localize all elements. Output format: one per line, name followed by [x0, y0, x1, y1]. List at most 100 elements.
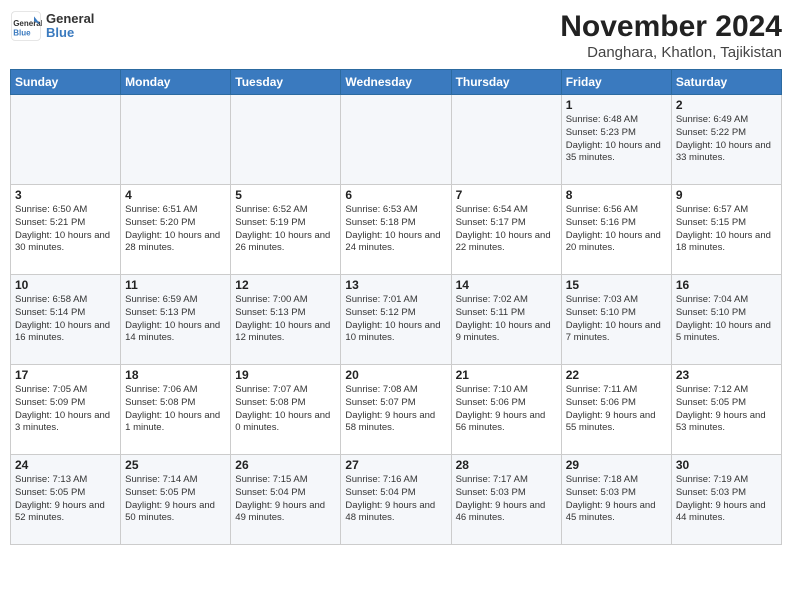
logo-blue: Blue	[46, 26, 94, 40]
day-info: Sunrise: 7:14 AM Sunset: 5:05 PM Dayligh…	[125, 474, 226, 525]
calendar-day-cell: 22 Sunrise: 7:11 AM Sunset: 5:06 PM Dayli…	[561, 365, 671, 455]
day-info: Sunrise: 7:15 AM Sunset: 5:04 PM Dayligh…	[235, 474, 336, 525]
day-info: Sunrise: 7:16 AM Sunset: 5:04 PM Dayligh…	[345, 474, 446, 525]
calendar-day-cell: 23Sunrise: 7:12 AM Sunset: 5:05 PM Dayli…	[671, 365, 781, 455]
logo-general: General	[46, 12, 94, 26]
weekday-header: Thursday	[451, 70, 561, 95]
day-info: Sunrise: 7:04 AM Sunset: 5:10 PM Dayligh…	[676, 294, 777, 345]
logo: General Blue General Blue	[10, 10, 94, 42]
weekday-header: Saturday	[671, 70, 781, 95]
calendar-day-cell: 17 Sunrise: 7:05 AM Sunset: 5:09 PM Dayli…	[11, 365, 121, 455]
day-info: Sunrise: 6:53 AM Sunset: 5:18 PM Dayligh…	[345, 204, 446, 255]
calendar-day-cell: 24Sunrise: 7:13 AM Sunset: 5:05 PM Dayli…	[11, 455, 121, 545]
day-info: Sunrise: 6:58 AM Sunset: 5:14 PM Dayligh…	[15, 294, 116, 345]
calendar-day-cell: 9 Sunrise: 6:57 AM Sunset: 5:15 PM Daylig…	[671, 185, 781, 275]
calendar-day-cell: 16 Sunrise: 7:04 AM Sunset: 5:10 PM Dayli…	[671, 275, 781, 365]
day-number: 15	[566, 278, 667, 292]
day-info: Sunrise: 7:11 AM Sunset: 5:06 PM Dayligh…	[566, 384, 667, 435]
day-info: Sunrise: 7:12 AM Sunset: 5:05 PM Dayligh…	[676, 384, 777, 435]
calendar-day-cell: 7 Sunrise: 6:54 AM Sunset: 5:17 PM Daylig…	[451, 185, 561, 275]
calendar-day-cell: 28Sunrise: 7:17 AM Sunset: 5:03 PM Dayli…	[451, 455, 561, 545]
calendar-day-cell: 26 Sunrise: 7:15 AM Sunset: 5:04 PM Dayli…	[231, 455, 341, 545]
day-info: Sunrise: 7:00 AM Sunset: 5:13 PM Dayligh…	[235, 294, 336, 345]
day-info: Sunrise: 7:06 AM Sunset: 5:08 PM Dayligh…	[125, 384, 226, 435]
day-info: Sunrise: 7:08 AM Sunset: 5:07 PM Dayligh…	[345, 384, 446, 435]
day-number: 26	[235, 458, 336, 472]
day-number: 30	[676, 458, 777, 472]
day-number: 4	[125, 188, 226, 202]
weekday-header: Monday	[121, 70, 231, 95]
day-number: 21	[456, 368, 557, 382]
day-number: 5	[235, 188, 336, 202]
svg-text:Blue: Blue	[13, 29, 31, 38]
day-number: 22	[566, 368, 667, 382]
day-number: 11	[125, 278, 226, 292]
calendar-day-cell: 19 Sunrise: 7:07 AM Sunset: 5:08 PM Dayli…	[231, 365, 341, 455]
calendar-day-cell: 5Sunrise: 6:52 AM Sunset: 5:19 PM Daylig…	[231, 185, 341, 275]
page-header: General Blue General Blue November 2024 …	[10, 10, 782, 61]
day-info: Sunrise: 6:48 AM Sunset: 5:23 PM Dayligh…	[566, 114, 667, 165]
day-info: Sunrise: 7:18 AM Sunset: 5:03 PM Dayligh…	[566, 474, 667, 525]
day-number: 8	[566, 188, 667, 202]
calendar-day-cell: 20 Sunrise: 7:08 AM Sunset: 5:07 PM Dayli…	[341, 365, 451, 455]
calendar-day-cell: 12 Sunrise: 7:00 AM Sunset: 5:13 PM Dayli…	[231, 275, 341, 365]
day-info: Sunrise: 6:51 AM Sunset: 5:20 PM Dayligh…	[125, 204, 226, 255]
title-block: November 2024 Danghara, Khatlon, Tajikis…	[560, 10, 782, 61]
calendar-week-row: 10Sunrise: 6:58 AM Sunset: 5:14 PM Dayli…	[11, 275, 782, 365]
calendar-day-cell: 13Sunrise: 7:01 AM Sunset: 5:12 PM Dayli…	[341, 275, 451, 365]
day-info: Sunrise: 6:49 AM Sunset: 5:22 PM Dayligh…	[676, 114, 777, 165]
calendar-day-cell: 1 Sunrise: 6:48 AM Sunset: 5:23 PM Daylig…	[561, 95, 671, 185]
day-info: Sunrise: 7:02 AM Sunset: 5:11 PM Dayligh…	[456, 294, 557, 345]
weekday-header: Sunday	[11, 70, 121, 95]
day-info: Sunrise: 7:07 AM Sunset: 5:08 PM Dayligh…	[235, 384, 336, 435]
day-number: 7	[456, 188, 557, 202]
day-number: 16	[676, 278, 777, 292]
day-info: Sunrise: 6:56 AM Sunset: 5:16 PM Dayligh…	[566, 204, 667, 255]
calendar-day-cell: 6Sunrise: 6:53 AM Sunset: 5:18 PM Daylig…	[341, 185, 451, 275]
day-number: 2	[676, 98, 777, 112]
day-number: 9	[676, 188, 777, 202]
calendar-week-row: 1 Sunrise: 6:48 AM Sunset: 5:23 PM Daylig…	[11, 95, 782, 185]
calendar-day-cell: 4 Sunrise: 6:51 AM Sunset: 5:20 PM Daylig…	[121, 185, 231, 275]
calendar-day-cell: 29 Sunrise: 7:18 AM Sunset: 5:03 PM Dayli…	[561, 455, 671, 545]
day-info: Sunrise: 7:13 AM Sunset: 5:05 PM Dayligh…	[15, 474, 116, 525]
day-number: 17	[15, 368, 116, 382]
calendar-week-row: 24Sunrise: 7:13 AM Sunset: 5:05 PM Dayli…	[11, 455, 782, 545]
weekday-header-row: SundayMondayTuesdayWednesdayThursdayFrid…	[11, 70, 782, 95]
month-year-title: November 2024	[560, 10, 782, 44]
calendar-day-cell	[121, 95, 231, 185]
calendar-day-cell: 10Sunrise: 6:58 AM Sunset: 5:14 PM Dayli…	[11, 275, 121, 365]
logo-icon: General Blue	[10, 10, 42, 42]
day-info: Sunrise: 7:05 AM Sunset: 5:09 PM Dayligh…	[15, 384, 116, 435]
calendar-day-cell	[341, 95, 451, 185]
day-info: Sunrise: 7:03 AM Sunset: 5:10 PM Dayligh…	[566, 294, 667, 345]
day-info: Sunrise: 6:54 AM Sunset: 5:17 PM Dayligh…	[456, 204, 557, 255]
calendar-week-row: 17 Sunrise: 7:05 AM Sunset: 5:09 PM Dayli…	[11, 365, 782, 455]
day-number: 18	[125, 368, 226, 382]
calendar-day-cell: 11Sunrise: 6:59 AM Sunset: 5:13 PM Dayli…	[121, 275, 231, 365]
calendar-day-cell: 2 Sunrise: 6:49 AM Sunset: 5:22 PM Daylig…	[671, 95, 781, 185]
day-number: 1	[566, 98, 667, 112]
day-number: 19	[235, 368, 336, 382]
day-number: 14	[456, 278, 557, 292]
calendar-day-cell: 15 Sunrise: 7:03 AM Sunset: 5:10 PM Dayli…	[561, 275, 671, 365]
calendar-day-cell: 30 Sunrise: 7:19 AM Sunset: 5:03 PM Dayli…	[671, 455, 781, 545]
calendar-day-cell	[231, 95, 341, 185]
weekday-header: Friday	[561, 70, 671, 95]
calendar-day-cell	[451, 95, 561, 185]
day-info: Sunrise: 6:57 AM Sunset: 5:15 PM Dayligh…	[676, 204, 777, 255]
day-info: Sunrise: 6:50 AM Sunset: 5:21 PM Dayligh…	[15, 204, 116, 255]
day-info: Sunrise: 7:19 AM Sunset: 5:03 PM Dayligh…	[676, 474, 777, 525]
day-info: Sunrise: 7:01 AM Sunset: 5:12 PM Dayligh…	[345, 294, 446, 345]
calendar-week-row: 3 Sunrise: 6:50 AM Sunset: 5:21 PM Daylig…	[11, 185, 782, 275]
day-number: 29	[566, 458, 667, 472]
day-number: 28	[456, 458, 557, 472]
day-number: 12	[235, 278, 336, 292]
calendar-day-cell: 14 Sunrise: 7:02 AM Sunset: 5:11 PM Dayli…	[451, 275, 561, 365]
day-number: 25	[125, 458, 226, 472]
day-number: 3	[15, 188, 116, 202]
calendar-table: SundayMondayTuesdayWednesdayThursdayFrid…	[10, 69, 782, 545]
calendar-day-cell: 25 Sunrise: 7:14 AM Sunset: 5:05 PM Dayli…	[121, 455, 231, 545]
location-subtitle: Danghara, Khatlon, Tajikistan	[560, 44, 782, 61]
day-number: 20	[345, 368, 446, 382]
